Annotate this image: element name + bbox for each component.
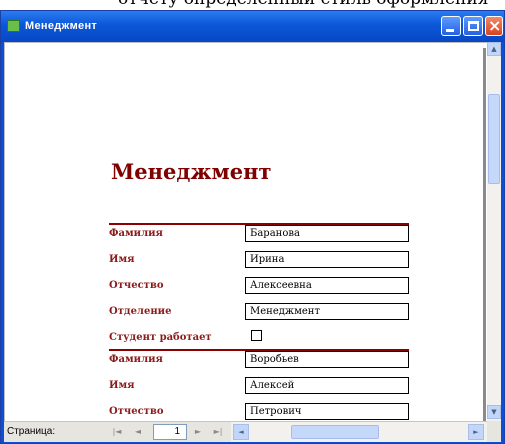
field-department[interactable]: Менеджмент <box>245 303 409 320</box>
top-caption-text: отчету определенный стиль оформления <box>118 0 488 9</box>
label-patronymic: Отчество <box>109 406 164 417</box>
label-student-works: Студент работает <box>109 332 212 343</box>
first-record-icon[interactable]: |◄ <box>110 425 124 439</box>
next-record-icon[interactable]: ► <box>191 425 205 439</box>
minimize-icon <box>446 29 454 32</box>
label-department: Отделение <box>109 306 172 317</box>
field-last-name[interactable]: Баранова <box>245 225 409 242</box>
scroll-down-icon[interactable]: ▼ <box>487 405 501 419</box>
form-icon <box>7 20 20 32</box>
field-patronymic[interactable]: Алексеевна <box>245 277 409 294</box>
client-area: Менеджмент Фамилия Баранова Имя Ирина От… <box>4 42 501 442</box>
label-last-name: Фамилия <box>109 228 163 239</box>
field-first-name[interactable]: Алексей <box>245 377 409 394</box>
report-title: Менеджмент <box>111 159 272 184</box>
label-last-name: Фамилия <box>109 354 163 365</box>
page-shadow <box>483 48 486 422</box>
page-number-input[interactable]: 1 <box>153 424 187 440</box>
horizontal-scroll-thumb[interactable] <box>291 425 379 439</box>
student-works-checkbox[interactable] <box>251 330 262 341</box>
window-title: Менеджмент <box>25 20 98 32</box>
maximize-button[interactable] <box>463 16 483 36</box>
last-record-icon[interactable]: ►| <box>211 425 225 439</box>
scroll-right-icon[interactable]: ► <box>468 424 484 440</box>
top-caption: отчету определенный стиль оформления <box>0 0 505 10</box>
report-window: Менеджмент × Менеджмент Фамилия Баранова… <box>0 10 505 444</box>
record-navigation-bar: Страница: |◄ ◄ 1 ► ►| <box>4 421 231 442</box>
report-page: Менеджмент Фамилия Баранова Имя Ирина От… <box>4 42 487 422</box>
scroll-up-icon[interactable]: ▲ <box>487 42 501 56</box>
close-icon: × <box>488 16 502 35</box>
page-label: Страница: <box>7 426 56 437</box>
label-patronymic: Отчество <box>109 280 164 291</box>
minimize-button[interactable] <box>441 16 461 36</box>
field-last-name[interactable]: Воробьев <box>245 351 409 368</box>
resize-grip[interactable] <box>487 421 501 442</box>
vertical-scroll-thumb[interactable] <box>488 94 500 184</box>
vertical-scrollbar[interactable]: ▲ ▼ <box>487 42 501 421</box>
previous-record-icon[interactable]: ◄ <box>131 425 145 439</box>
close-button[interactable]: × <box>485 16 503 36</box>
label-first-name: Имя <box>109 380 135 391</box>
maximize-icon <box>468 21 479 31</box>
field-patronymic[interactable]: Петрович <box>245 403 409 420</box>
field-first-name[interactable]: Ирина <box>245 251 409 268</box>
scroll-left-icon[interactable]: ◄ <box>233 424 249 440</box>
label-first-name: Имя <box>109 254 135 265</box>
title-bar[interactable]: Менеджмент × <box>1 11 504 42</box>
horizontal-scrollbar[interactable]: ◄ ► <box>231 421 487 442</box>
